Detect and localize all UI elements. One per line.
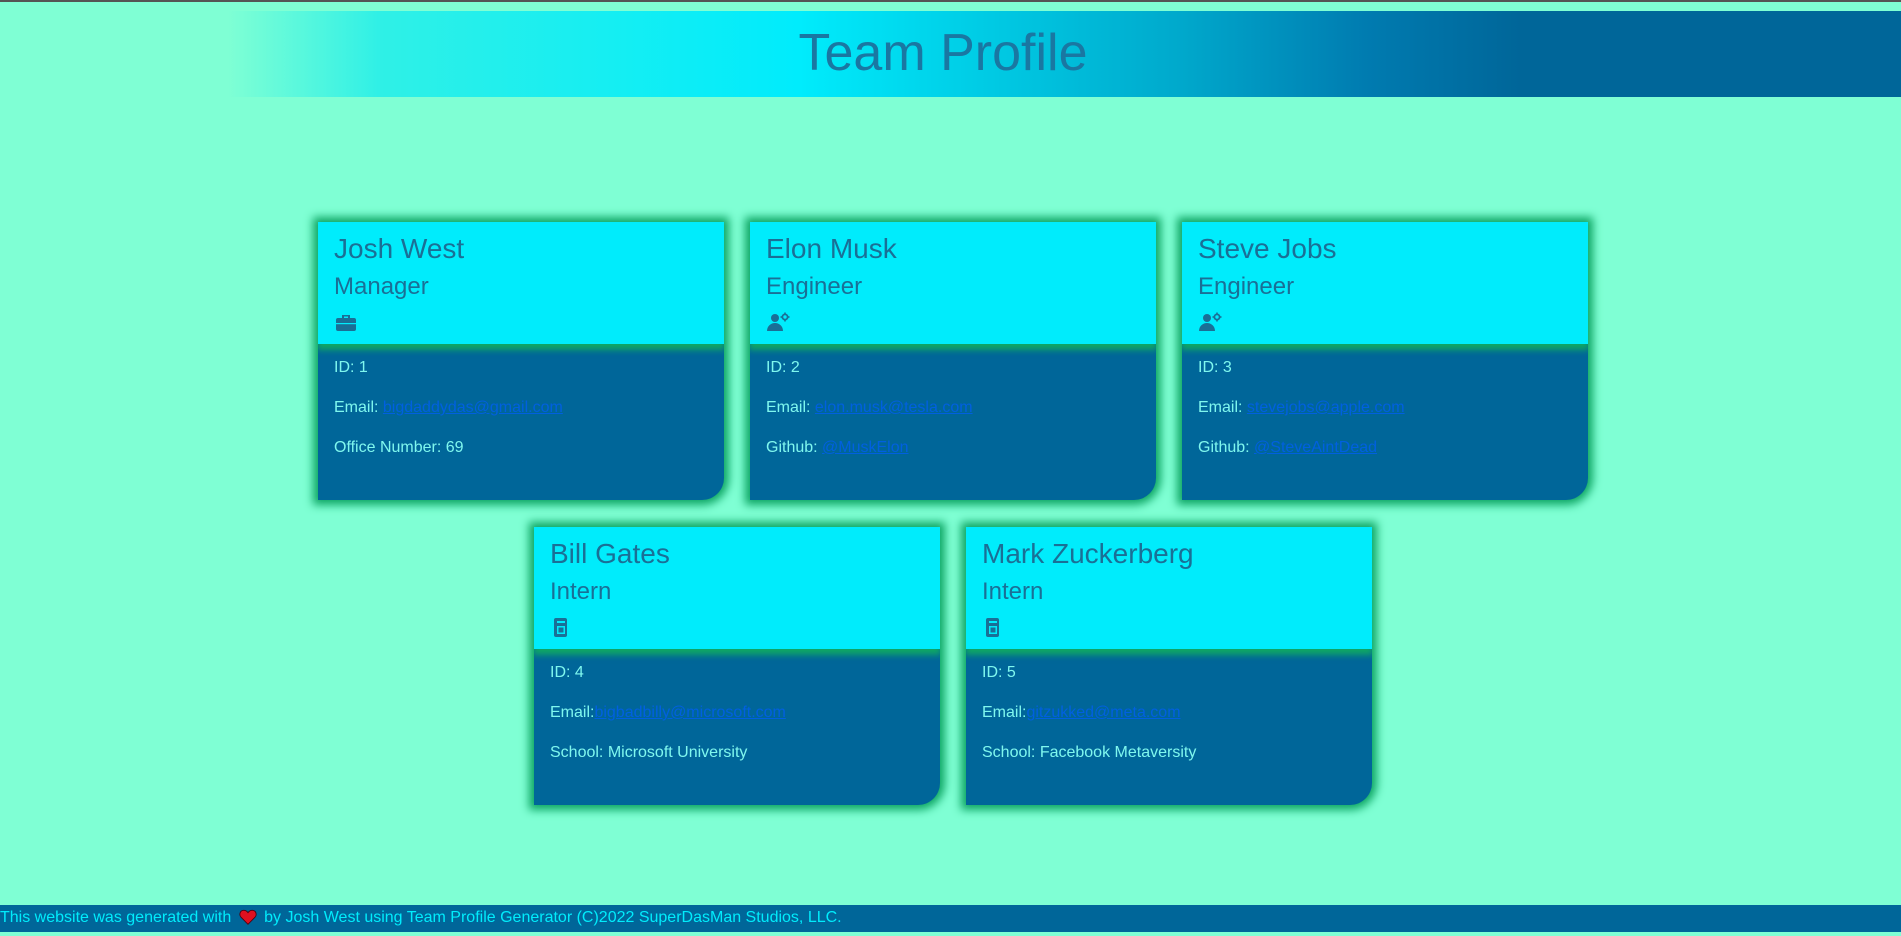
engineer-icon [767, 312, 790, 331]
employee-role: Manager [334, 273, 429, 300]
card-header: Josh West Manager [318, 222, 724, 344]
employee-name: Mark Zuckerberg [982, 538, 1194, 569]
employee-id: ID: 2 [766, 359, 800, 376]
email-label: Email: [550, 704, 595, 721]
engineer-icon [1199, 312, 1222, 331]
employee-email-row: Email:gitzukked@meta.com [982, 703, 1181, 723]
employee-card: Bill Gates Intern ID: 4 Email:bigbadbill… [534, 527, 940, 805]
card-header: Elon Musk Engineer [750, 222, 1156, 344]
email-link[interactable]: elon.musk@tesla.com [815, 399, 973, 416]
employee-role: Engineer [766, 273, 863, 300]
employee-name: Steve Jobs [1198, 233, 1337, 264]
mug-icon [986, 618, 999, 637]
github-label: Github: [766, 439, 823, 456]
employee-role: Intern [550, 578, 612, 605]
heart-icon [239, 909, 257, 925]
employee-name: Josh West [334, 233, 465, 264]
github-row: Github: @MuskElon [766, 438, 909, 458]
email-link[interactable]: gitzukked@meta.com [1026, 704, 1180, 721]
github-label: Github: [1198, 439, 1255, 456]
employee-name: Elon Musk [766, 233, 897, 264]
email-label: Email: [1198, 399, 1247, 416]
employee-email-row: Email: elon.musk@tesla.com [766, 398, 973, 418]
employee-email-row: Email:bigbadbilly@microsoft.com [550, 703, 786, 723]
email-label: Email: [982, 704, 1027, 721]
email-link[interactable]: bigdaddydas@gmail.com [383, 399, 563, 416]
employee-role: Intern [982, 578, 1044, 605]
email-link[interactable]: stevejobs@apple.com [1247, 399, 1405, 416]
employee-id: ID: 3 [1198, 359, 1232, 376]
page-title: Team Profile [798, 24, 1088, 82]
employee-role: Engineer [1198, 273, 1295, 300]
github-row: Github: @SteveAintDead [1198, 438, 1377, 458]
employee-name: Bill Gates [550, 538, 670, 569]
card-header: Steve Jobs Engineer [1182, 222, 1588, 344]
footer-text-after: by Josh West using Team Profile Generato… [264, 909, 842, 926]
employee-card: Steve Jobs Engineer ID: 3 Email: stevejo… [1182, 222, 1588, 500]
office-number: Office Number: 69 [334, 439, 464, 456]
footer-text-before: This website was generated with [0, 909, 232, 926]
page-footer: This website was generated with by Josh … [0, 905, 1901, 932]
school-row: School: Facebook Metaversity [982, 744, 1197, 761]
employee-email-row: Email: stevejobs@apple.com [1198, 398, 1405, 418]
github-link[interactable]: @MuskElon [822, 439, 909, 456]
card-header: Mark Zuckerberg Intern [966, 527, 1372, 649]
briefcase-icon [336, 315, 356, 331]
page-header: Team Profile [0, 11, 1901, 97]
employee-email-row: Email: bigdaddydas@gmail.com [334, 398, 563, 418]
employee-id: ID: 5 [982, 664, 1016, 681]
employee-id: ID: 4 [550, 664, 584, 681]
employee-card: Josh West Manager ID: 1 Email: bigdaddyd… [318, 222, 724, 500]
github-link[interactable]: @SteveAintDead [1254, 439, 1377, 456]
employee-id: ID: 1 [334, 359, 368, 376]
employee-card: Elon Musk Engineer ID: 2 Email: elon.mus… [750, 222, 1156, 500]
mug-icon [554, 618, 567, 637]
school-row: School: Microsoft University [550, 744, 748, 761]
top-border [0, 0, 1901, 2]
email-label: Email: [766, 399, 815, 416]
email-label: Email: [334, 399, 383, 416]
card-header: Bill Gates Intern [534, 527, 940, 649]
employee-card: Mark Zuckerberg Intern ID: 5 Email:gitzu… [966, 527, 1372, 805]
email-link[interactable]: bigbadbilly@microsoft.com [594, 704, 785, 721]
